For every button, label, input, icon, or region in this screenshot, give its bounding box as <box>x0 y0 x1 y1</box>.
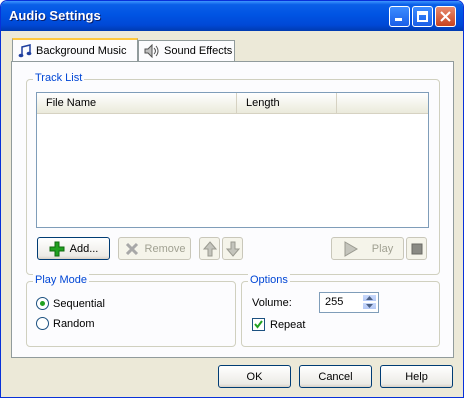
tab-label: Background Music <box>36 44 127 57</box>
play-label: Play <box>371 242 394 255</box>
options-group: Options <box>241 274 440 347</box>
minimize-button[interactable] <box>389 6 410 27</box>
column-length[interactable]: Length <box>237 93 337 113</box>
speaker-icon <box>144 44 160 58</box>
close-icon <box>440 11 451 22</box>
close-button[interactable] <box>435 6 456 27</box>
minimize-icon <box>395 18 402 21</box>
column-file-name[interactable]: File Name <box>37 93 237 113</box>
arrow-down-icon <box>225 241 240 257</box>
chevron-down-icon <box>366 304 373 308</box>
window-title: Audio Settings <box>9 8 101 23</box>
audio-settings-window: Audio Settings Background Music Sound Ef… <box>0 0 464 398</box>
repeat-checkbox[interactable]: Repeat <box>252 318 305 331</box>
stop-button[interactable] <box>406 237 427 260</box>
group-label: Play Mode <box>33 274 89 286</box>
remove-x-icon <box>124 241 140 257</box>
cancel-button[interactable]: Cancel <box>299 365 372 388</box>
spin-down-button[interactable] <box>362 302 377 310</box>
group-label: Track List <box>33 72 85 84</box>
checkbox-label: Repeat <box>270 318 306 331</box>
tab-sound-effects[interactable]: Sound Effects <box>138 40 235 61</box>
move-up-button[interactable] <box>199 237 220 260</box>
play-button[interactable]: Play <box>331 237 404 260</box>
sequential-radio[interactable]: Sequential <box>36 297 105 310</box>
radio-indicator <box>36 317 49 330</box>
play-mode-group: Play Mode <box>26 274 236 347</box>
remove-label: Remove <box>144 242 186 255</box>
stop-icon <box>411 243 422 254</box>
radio-indicator <box>36 297 49 310</box>
checkmark-icon <box>254 320 263 329</box>
spin-up-button[interactable] <box>362 294 377 302</box>
volume-value[interactable]: 255 <box>325 296 343 308</box>
tab-label: Sound Effects <box>164 45 233 57</box>
help-label: Help <box>405 370 428 383</box>
chevron-up-icon <box>366 296 373 300</box>
group-label: Options <box>248 274 290 286</box>
volume-spinner[interactable]: 255 <box>319 292 379 313</box>
radio-label: Random <box>53 317 95 330</box>
list-header: File Name Length <box>37 93 428 114</box>
volume-label: Volume: <box>252 297 292 309</box>
add-button[interactable]: Add... <box>37 237 110 260</box>
arrow-up-icon <box>202 240 217 256</box>
cancel-label: Cancel <box>318 370 353 383</box>
maximize-button[interactable] <box>412 6 433 27</box>
ok-label: OK <box>246 370 263 383</box>
add-label: Add... <box>69 242 99 255</box>
checkbox-indicator <box>252 318 265 331</box>
random-radio[interactable]: Random <box>36 317 95 330</box>
ok-button[interactable]: OK <box>218 365 291 388</box>
move-down-button[interactable] <box>222 237 243 260</box>
help-button[interactable]: Help <box>380 365 453 388</box>
radio-label: Sequential <box>53 297 105 310</box>
remove-button[interactable]: Remove <box>118 237 191 260</box>
maximize-icon <box>417 11 428 22</box>
tab-background-music[interactable]: Background Music <box>12 38 138 61</box>
play-icon <box>342 240 358 257</box>
title-bar[interactable]: Audio Settings <box>1 1 463 31</box>
track-list[interactable]: File Name Length <box>36 92 429 228</box>
plus-icon <box>49 241 65 257</box>
music-note-icon <box>18 43 32 58</box>
